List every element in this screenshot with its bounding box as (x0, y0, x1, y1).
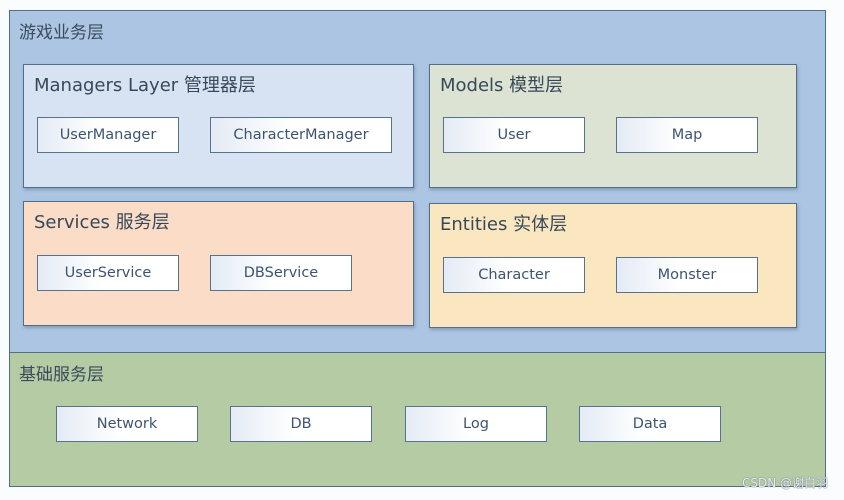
models-layer-panel: Models 模型层 User Map (429, 64, 797, 188)
character-manager-box: CharacterManager (210, 117, 392, 153)
managers-layer-title: Managers Layer 管理器层 (34, 75, 256, 96)
character-entity-box: Character (443, 257, 585, 293)
game-business-layer: 游戏业务层 Managers Layer 管理器层 UserManager Ch… (9, 10, 826, 353)
models-layer-title: Models 模型层 (440, 75, 564, 96)
services-layer-panel: Services 服务层 UserService DBService (23, 201, 414, 326)
foundation-layer: 基础服务层 Network DB Log Data (9, 352, 826, 487)
log-box: Log (405, 406, 547, 442)
monster-entity-box: Monster (616, 257, 758, 293)
user-manager-box: UserManager (37, 117, 179, 153)
managers-layer-panel: Managers Layer 管理器层 UserManager Characte… (23, 64, 414, 188)
db-service-box: DBService (210, 255, 352, 291)
watermark: CSDN @谢白羽 (741, 476, 828, 490)
user-model-box: User (443, 117, 585, 153)
game-business-layer-title: 游戏业务层 (19, 23, 104, 43)
entities-layer-panel: Entities 实体层 Character Monster (429, 203, 797, 328)
entities-layer-title: Entities 实体层 (440, 214, 568, 235)
foundation-layer-title: 基础服务层 (19, 365, 104, 385)
db-box: DB (230, 406, 372, 442)
map-model-box: Map (616, 117, 758, 153)
data-box: Data (579, 406, 721, 442)
services-layer-title: Services 服务层 (34, 212, 170, 233)
network-box: Network (56, 406, 198, 442)
user-service-box: UserService (37, 255, 179, 291)
